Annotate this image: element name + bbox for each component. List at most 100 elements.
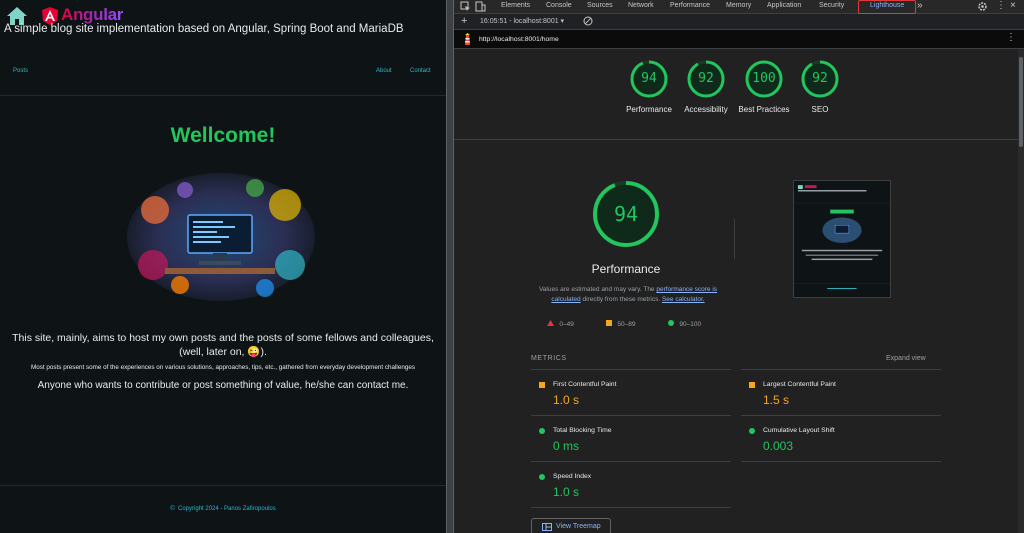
lighthouse-toolbar: + 16:05:51 - localhost:8001 ▾ <box>454 14 1024 30</box>
intro-paragraph: This site, mainly, aims to host my own p… <box>12 332 434 358</box>
metric-value: 0.003 <box>763 439 794 453</box>
welcome-heading: Wellcome! <box>170 124 276 147</box>
metric-divider <box>531 369 731 370</box>
metric-cumulative-layout-shift[interactable]: Cumulative Layout Shift 0.003 <box>749 427 949 471</box>
score-label: Accessibility <box>684 105 728 114</box>
see-calculator-link[interactable]: See calculator. <box>662 296 705 303</box>
pass-circle-icon <box>539 428 545 434</box>
tab-security[interactable]: Security <box>819 2 844 9</box>
score-label: SEO <box>811 105 829 114</box>
new-report-plus-icon[interactable]: + <box>461 15 467 27</box>
metric-first-contentful-paint[interactable]: First Contentful Paint 1.0 s <box>539 381 739 425</box>
metric-value: 0 ms <box>553 439 580 453</box>
copyright-text: © Copyright 2024 - Panos Zafiropoulos <box>0 506 446 512</box>
score-gauge-accessibility[interactable]: 92 <box>686 59 726 99</box>
metric-name: First Contentful Paint <box>553 381 617 388</box>
tab-application[interactable]: Application <box>767 2 801 9</box>
metric-divider <box>531 461 731 462</box>
final-screenshot-thumbnail[interactable] <box>793 180 891 298</box>
report-url-bar: http://localhost:8001/home ⋮ <box>454 30 1024 49</box>
site-nav: Posts About Contact <box>0 60 446 96</box>
view-treemap-button[interactable]: View Treemap <box>531 518 611 533</box>
performance-title: Performance <box>591 262 661 276</box>
metric-name: Cumulative Layout Shift <box>763 427 835 434</box>
metric-divider <box>741 415 941 416</box>
score-value: 92 <box>698 71 714 86</box>
site-tagline: A simple blog site implementation based … <box>4 23 404 35</box>
lighthouse-report: 94 Performance 92 Accessibility 100 Best… <box>454 49 1018 533</box>
tab-sources[interactable]: Sources <box>587 2 613 9</box>
site-footer: © Copyright 2024 - Panos Zafiropoulos <box>0 485 446 533</box>
metric-largest-contentful-paint[interactable]: Largest Contentful Paint 1.5 s <box>749 381 949 425</box>
score-value: 94 <box>641 71 657 86</box>
legend-average: 50–89 <box>606 320 636 328</box>
tab-memory[interactable]: Memory <box>726 2 751 9</box>
metric-divider <box>741 461 941 462</box>
score-gauge-best-practices[interactable]: 100 <box>744 59 784 99</box>
screen: Angular A simple blog site implementatio… <box>0 0 1024 533</box>
metric-divider <box>741 369 941 370</box>
report-selector[interactable]: 16:05:51 - localhost:8001 ▾ <box>480 17 564 25</box>
section-divider <box>454 139 1018 140</box>
metric-name: Largest Contentful Paint <box>763 381 836 388</box>
hero-artwork-image <box>127 173 315 301</box>
metric-speed-index[interactable]: Speed Index 1.0 s <box>539 473 739 517</box>
performance-description: Values are estimated and may vary. The p… <box>538 286 718 303</box>
metric-name: Speed Index <box>553 473 592 480</box>
lighthouse-logo-icon <box>465 33 470 45</box>
angular-logo-text: Angular <box>61 5 124 24</box>
more-tabs-icon[interactable]: » <box>917 0 923 11</box>
site-header: Angular A simple blog site implementatio… <box>0 0 446 42</box>
nav-about-link[interactable]: About <box>376 68 392 74</box>
metric-divider <box>531 415 731 416</box>
clear-reports-icon[interactable] <box>583 16 593 26</box>
metric-divider <box>531 507 731 508</box>
tab-console[interactable]: Console <box>546 2 572 9</box>
copyright-label: Copyright 2024 - Panos Zafiropoulos <box>178 506 276 512</box>
tab-network[interactable]: Network <box>628 2 654 9</box>
average-square-icon <box>606 320 612 326</box>
settings-gear-icon[interactable] <box>977 1 988 12</box>
report-menu-icon[interactable]: ⋮ <box>1006 32 1016 43</box>
tab-lighthouse[interactable]: Lighthouse <box>870 2 904 9</box>
tab-performance[interactable]: Performance <box>670 2 710 9</box>
report-url[interactable]: http://localhost:8001/home <box>479 36 559 43</box>
main-performance-gauge: 94 <box>591 179 661 249</box>
scrollbar-thumb[interactable] <box>1019 57 1023 147</box>
nav-posts-link[interactable]: Posts <box>13 68 28 74</box>
fail-triangle-icon <box>547 320 554 326</box>
expand-view-toggle[interactable]: Expand view <box>886 355 926 362</box>
device-toolbar-icon[interactable] <box>475 1 486 12</box>
site-viewport: Angular A simple blog site implementatio… <box>0 0 446 533</box>
metric-name: Total Blocking Time <box>553 427 612 434</box>
metric-value: 1.0 s <box>553 393 580 407</box>
score-gauge-performance[interactable]: 94 <box>629 59 669 99</box>
treemap-icon <box>542 523 552 531</box>
main-score-value: 94 <box>613 202 639 226</box>
pass-circle-icon <box>749 428 755 434</box>
close-devtools-icon[interactable]: × <box>1010 0 1016 11</box>
average-square-icon <box>749 382 755 388</box>
metric-value: 1.5 s <box>763 393 790 407</box>
score-gauge-seo[interactable]: 92 <box>800 59 840 99</box>
pass-circle-icon <box>668 320 674 326</box>
metric-total-blocking-time[interactable]: Total Blocking Time 0 ms <box>539 427 739 471</box>
metrics-heading: METRICS <box>531 355 567 362</box>
copyright-icon: © <box>170 506 175 512</box>
legend-pass: 90–100 <box>668 320 701 328</box>
tab-elements[interactable]: Elements <box>501 2 530 9</box>
average-square-icon <box>539 382 545 388</box>
split-divider[interactable] <box>446 0 454 533</box>
nav-contact-link[interactable]: Contact <box>410 68 431 74</box>
score-value: 100 <box>752 71 776 86</box>
inspect-element-icon[interactable] <box>460 1 471 12</box>
devtools-tab-bar: Elements Console Sources Network Perform… <box>454 0 1024 14</box>
metric-value: 1.0 s <box>553 485 580 499</box>
legend-fail: 0–49 <box>547 320 574 328</box>
score-value: 92 <box>812 71 828 86</box>
vertical-separator <box>734 219 735 259</box>
devtools-panel: Elements Console Sources Network Perform… <box>454 0 1024 533</box>
view-treemap-label: View Treemap <box>556 523 601 530</box>
report-scrollbar[interactable] <box>1018 49 1024 533</box>
kebab-menu-icon[interactable]: ⋮ <box>996 0 1006 11</box>
